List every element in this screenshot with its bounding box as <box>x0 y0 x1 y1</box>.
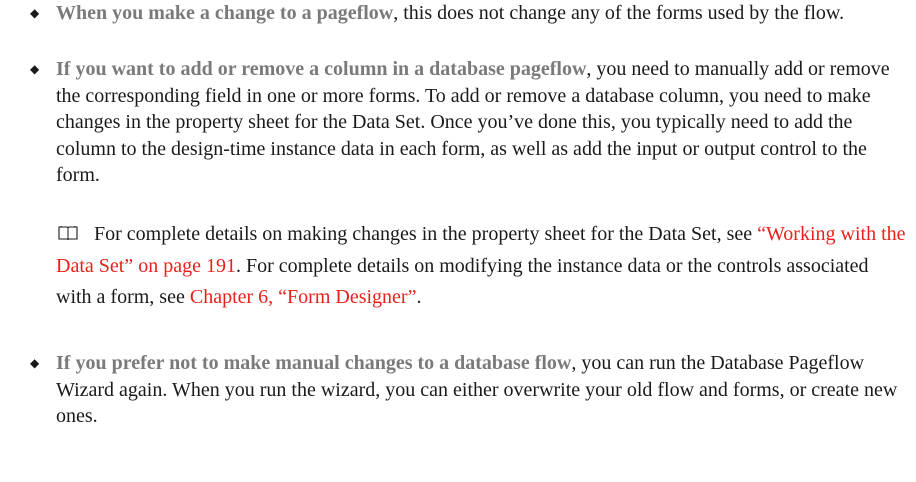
note-text: . <box>416 286 422 308</box>
diamond-bullet-icon: ◆ <box>30 62 40 76</box>
book-icon <box>58 226 78 241</box>
item-text: , this does not change any of the forms … <box>393 2 845 24</box>
diamond-bullet-icon: ◆ <box>30 6 40 20</box>
item-lead: If you want to add or remove a column in… <box>56 58 587 80</box>
list-item: ◆ If you prefer not to make manual chang… <box>30 350 908 430</box>
chapter-reference-link[interactable]: Chapter 6, “Form Designer” <box>190 286 417 308</box>
note-paragraph: For complete details on making changes i… <box>56 219 908 314</box>
diamond-bullet-icon: ◆ <box>30 356 40 370</box>
list-item: ◆ When you make a change to a pageflow, … <box>30 0 908 27</box>
item-lead: If you prefer not to make manual changes… <box>56 352 572 374</box>
note-text: For complete details on making changes i… <box>94 223 758 245</box>
document-page: ◆ When you make a change to a pageflow, … <box>0 0 916 482</box>
item-lead: When you make a change to a pageflow <box>56 2 394 24</box>
list-item: ◆ If you want to add or remove a column … <box>30 56 908 189</box>
